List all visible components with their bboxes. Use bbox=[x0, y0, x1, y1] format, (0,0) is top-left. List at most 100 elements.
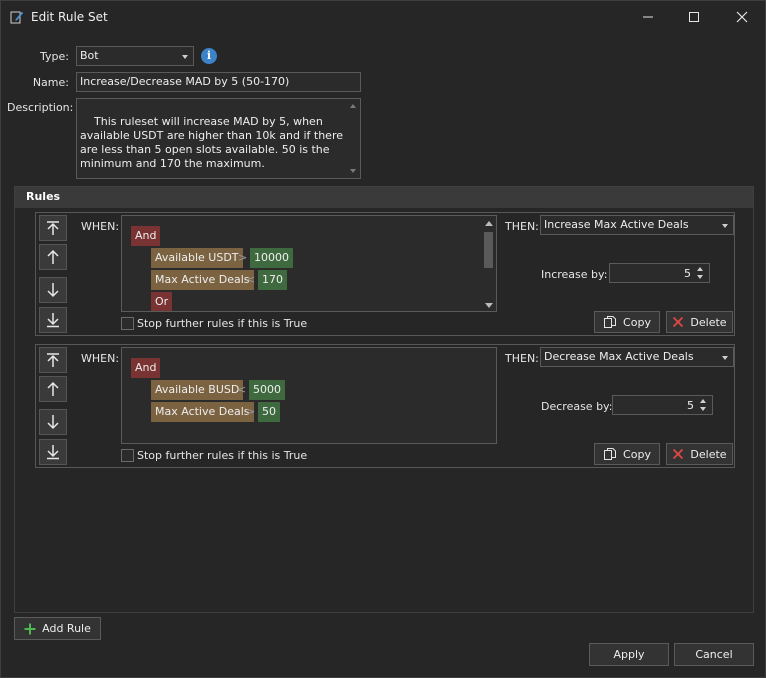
close-icon bbox=[736, 11, 748, 23]
plus-icon bbox=[24, 623, 36, 634]
copy-label: Copy bbox=[623, 447, 651, 461]
add-rule-button[interactable]: Add Rule bbox=[14, 617, 101, 640]
move-to-top-button[interactable] bbox=[39, 347, 67, 373]
value-token[interactable]: 10000 bbox=[250, 248, 293, 268]
arrow-down-icon bbox=[47, 415, 59, 430]
copy-icon bbox=[604, 316, 617, 328]
copy-button[interactable]: Copy bbox=[594, 443, 660, 465]
apply-button[interactable]: Apply bbox=[589, 643, 669, 666]
rules-header: Rules bbox=[15, 187, 753, 208]
arrow-up-icon bbox=[47, 381, 59, 396]
variable-token[interactable]: Max Active Deals bbox=[151, 402, 254, 422]
copy-icon bbox=[604, 448, 617, 460]
variable-token[interactable]: Available USDT bbox=[151, 248, 243, 268]
stop-further-rules-checkbox[interactable] bbox=[121, 449, 134, 462]
rule-card: WHEN: And Available BUSD < 5000 Max Acti… bbox=[35, 344, 735, 468]
move-up-button[interactable] bbox=[39, 376, 67, 402]
move-to-bottom-button[interactable] bbox=[39, 307, 67, 333]
rules-title: Rules bbox=[26, 190, 61, 203]
maximize-button[interactable] bbox=[671, 1, 717, 33]
variable-token[interactable]: Available BUSD bbox=[151, 380, 244, 400]
operator-token[interactable]: > bbox=[234, 248, 251, 268]
cancel-button[interactable]: Cancel bbox=[674, 643, 754, 666]
move-up-button[interactable] bbox=[39, 244, 67, 270]
arrow-up-icon bbox=[47, 249, 59, 264]
description-field[interactable]: This ruleset will increase MAD by 5, whe… bbox=[76, 98, 361, 179]
value-token[interactable]: 170 bbox=[258, 270, 287, 290]
description-label: Description: bbox=[7, 101, 74, 114]
value-token[interactable]: 50 bbox=[258, 402, 280, 422]
name-value: Increase/Decrease MAD by 5 (50-170) bbox=[80, 75, 290, 88]
group-token[interactable]: And bbox=[131, 358, 161, 378]
scrollbar-thumb[interactable] bbox=[484, 232, 493, 268]
then-label: THEN: bbox=[505, 352, 539, 365]
move-to-top-button[interactable] bbox=[39, 215, 67, 241]
delete-x-icon bbox=[673, 316, 684, 328]
stop-further-rules-checkbox[interactable] bbox=[121, 317, 134, 330]
scroll-down-icon[interactable] bbox=[485, 303, 493, 308]
move-down-button[interactable] bbox=[39, 409, 67, 435]
operator-token[interactable]: > bbox=[242, 402, 259, 422]
minimize-button[interactable] bbox=[625, 1, 671, 33]
copy-button[interactable]: Copy bbox=[594, 311, 660, 333]
delete-button[interactable]: Delete bbox=[666, 311, 733, 333]
close-button[interactable] bbox=[719, 1, 765, 33]
stepper-arrows-icon[interactable] bbox=[700, 398, 708, 412]
stepper-value: 5 bbox=[687, 399, 694, 412]
stepper-arrows-icon[interactable] bbox=[697, 266, 705, 280]
move-to-bottom-icon bbox=[47, 313, 59, 328]
operator-token[interactable]: < bbox=[242, 270, 259, 290]
decrease-by-label: Decrease by: bbox=[541, 400, 613, 413]
move-down-button[interactable] bbox=[39, 277, 67, 303]
when-label: WHEN: bbox=[81, 352, 120, 365]
arrow-down-icon bbox=[47, 283, 59, 298]
type-select[interactable]: Bot bbox=[76, 46, 194, 66]
add-rule-label: Add Rule bbox=[42, 622, 91, 635]
stepper-value: 5 bbox=[684, 267, 691, 280]
scroll-up-icon[interactable] bbox=[350, 104, 356, 108]
delete-button[interactable]: Delete bbox=[666, 443, 733, 465]
value-token[interactable]: 5000 bbox=[249, 380, 285, 400]
move-to-top-icon bbox=[47, 221, 59, 235]
move-to-top-icon bbox=[47, 353, 59, 367]
increase-by-label: Increase by: bbox=[541, 268, 608, 281]
group-token[interactable]: And bbox=[131, 226, 161, 246]
move-to-bottom-icon bbox=[47, 445, 59, 460]
action-value: Decrease Max Active Deals bbox=[544, 350, 694, 363]
operator-token[interactable]: < bbox=[233, 380, 250, 400]
conditions-box[interactable]: And Available BUSD < 5000 Max Active Dea… bbox=[121, 347, 497, 444]
conditions-box[interactable]: And Available USDT > 10000 Max Active De… bbox=[121, 215, 497, 312]
cancel-label: Cancel bbox=[695, 648, 733, 661]
window-title: Edit Rule Set bbox=[31, 10, 108, 24]
increase-by-stepper[interactable]: 5 bbox=[609, 263, 710, 283]
scrollbar[interactable] bbox=[481, 216, 496, 311]
edit-rule-set-window: Edit Rule Set Type: Bot i Name: Increase… bbox=[0, 0, 766, 678]
chevron-down-icon bbox=[722, 224, 728, 228]
delete-label: Delete bbox=[690, 315, 727, 329]
description-value: This ruleset will increase MAD by 5, whe… bbox=[80, 115, 347, 170]
title-bar[interactable]: Edit Rule Set bbox=[1, 1, 765, 33]
name-field[interactable]: Increase/Decrease MAD by 5 (50-170) bbox=[76, 72, 361, 92]
action-value: Increase Max Active Deals bbox=[544, 218, 689, 231]
action-select[interactable]: Increase Max Active Deals bbox=[540, 215, 734, 235]
group-token[interactable]: Or bbox=[151, 292, 173, 311]
rule-card: WHEN: And Available USDT > 10000 Max Act… bbox=[35, 212, 735, 336]
decrease-by-stepper[interactable]: 5 bbox=[612, 395, 713, 415]
maximize-icon bbox=[689, 12, 699, 22]
edit-document-icon bbox=[10, 10, 24, 24]
then-label: THEN: bbox=[505, 220, 539, 233]
when-label: WHEN: bbox=[81, 220, 120, 233]
type-value: Bot bbox=[80, 49, 99, 62]
scroll-up-icon[interactable] bbox=[485, 221, 493, 226]
chevron-down-icon bbox=[722, 356, 728, 360]
name-label: Name: bbox=[32, 76, 69, 89]
info-icon[interactable]: i bbox=[201, 48, 217, 64]
variable-token[interactable]: Max Active Deals bbox=[151, 270, 254, 290]
type-label: Type: bbox=[40, 50, 69, 63]
scroll-down-icon[interactable] bbox=[350, 169, 356, 173]
stop-further-rules-label: Stop further rules if this is True bbox=[137, 317, 308, 330]
action-select[interactable]: Decrease Max Active Deals bbox=[540, 347, 734, 367]
move-to-bottom-button[interactable] bbox=[39, 439, 67, 465]
chevron-down-icon bbox=[182, 55, 188, 59]
delete-x-icon bbox=[673, 448, 684, 460]
